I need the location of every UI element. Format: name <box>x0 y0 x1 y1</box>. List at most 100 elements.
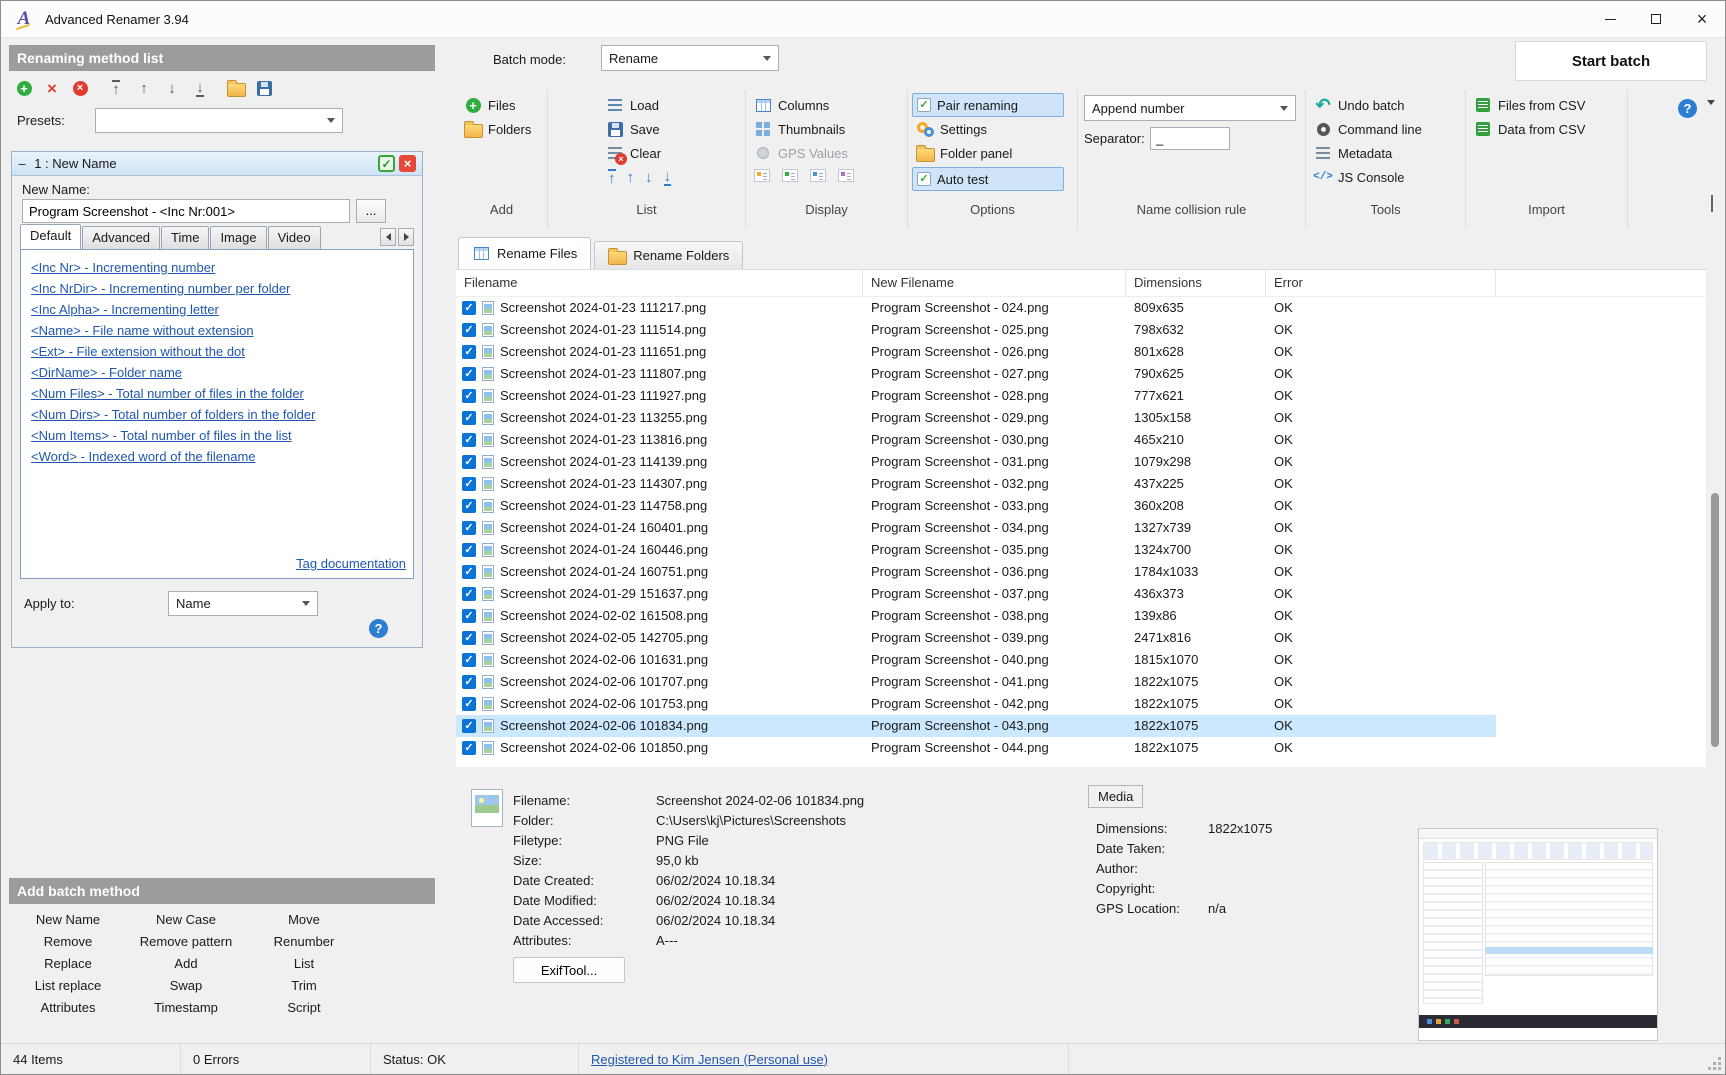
add-method-add[interactable]: Add <box>127 953 245 975</box>
row-checkbox[interactable]: ✓ <box>462 675 476 689</box>
save-preset-button[interactable] <box>255 79 273 97</box>
table-row[interactable]: ✓Screenshot 2024-01-23 111927.pngProgram… <box>456 385 1496 407</box>
table-row[interactable]: ✓Screenshot 2024-01-23 114307.pngProgram… <box>456 473 1496 495</box>
add-method-remove[interactable]: Remove <box>9 931 127 953</box>
move-down-button[interactable]: ↓ <box>163 79 181 97</box>
add-method-list[interactable]: List <box>245 953 363 975</box>
display-mode-4-icon[interactable] <box>838 169 854 182</box>
help-dropdown-chevron-icon[interactable] <box>1707 105 1715 120</box>
open-preset-button[interactable] <box>227 79 245 97</box>
row-checkbox[interactable]: ✓ <box>462 367 476 381</box>
table-row[interactable]: ✓Screenshot 2024-02-05 142705.pngProgram… <box>456 627 1496 649</box>
file-list-scrollbar[interactable] <box>1709 233 1721 1041</box>
column-header-name[interactable]: Filename <box>456 270 863 296</box>
row-checkbox[interactable]: ✓ <box>462 389 476 403</box>
table-row[interactable]: ✓Screenshot 2024-02-02 161508.pngProgram… <box>456 605 1496 627</box>
add-method-move[interactable]: Move <box>245 909 363 931</box>
media-tab[interactable]: Media <box>1088 785 1143 808</box>
table-row[interactable]: ✓Screenshot 2024-02-06 101707.pngProgram… <box>456 671 1496 693</box>
move-up-button[interactable]: ↑ <box>135 79 153 97</box>
row-checkbox[interactable]: ✓ <box>462 411 476 425</box>
row-checkbox[interactable]: ✓ <box>462 521 476 535</box>
apply-to-select[interactable]: Name <box>168 591 318 616</box>
method-help-icon[interactable]: ? <box>369 619 388 638</box>
auto-test-toggle[interactable]: ✓ Auto test <box>912 167 1064 191</box>
batch-mode-select[interactable]: Rename <box>601 45 779 71</box>
row-checkbox[interactable]: ✓ <box>462 543 476 557</box>
row-checkbox[interactable]: ✓ <box>462 741 476 755</box>
settings-button[interactable]: Settings <box>916 119 987 139</box>
command-line-button[interactable]: Command line <box>1314 119 1422 139</box>
tag-link[interactable]: <Inc Alpha> - Incrementing letter <box>31 302 219 317</box>
pair-renaming-toggle[interactable]: ✓ Pair renaming <box>912 93 1064 117</box>
table-row[interactable]: ✓Screenshot 2024-01-24 160401.pngProgram… <box>456 517 1496 539</box>
table-row[interactable]: ✓Screenshot 2024-01-23 111807.pngProgram… <box>456 363 1496 385</box>
tag-link[interactable]: <Inc Nr> - Incrementing number <box>31 260 215 275</box>
load-list-button[interactable]: Load <box>606 95 659 115</box>
start-batch-button[interactable]: Start batch <box>1515 41 1707 81</box>
move-file-bottom-button[interactable]: ↓ <box>664 169 672 186</box>
tag-link[interactable]: <Ext> - File extension without the dot <box>31 344 245 359</box>
table-row[interactable]: ✓Screenshot 2024-01-29 151637.pngProgram… <box>456 583 1496 605</box>
add-folders-button[interactable]: Folders <box>464 119 531 139</box>
add-method-remove-pattern[interactable]: Remove pattern <box>127 931 245 953</box>
method-remove-button[interactable]: × <box>399 155 416 172</box>
table-row[interactable]: ✓Screenshot 2024-01-23 113255.pngProgram… <box>456 407 1496 429</box>
remove-method-button[interactable]: × <box>43 79 61 97</box>
minimize-button[interactable] <box>1587 1 1633 37</box>
row-checkbox[interactable]: ✓ <box>462 719 476 733</box>
row-checkbox[interactable]: ✓ <box>462 433 476 447</box>
save-list-button[interactable]: Save <box>606 119 660 139</box>
move-file-up-button[interactable]: ↑ <box>627 170 635 185</box>
tag-link[interactable]: <Inc NrDir> - Incrementing number per fo… <box>31 281 290 296</box>
thumbnails-button[interactable]: Thumbnails <box>754 119 845 139</box>
add-method-new-name[interactable]: New Name <box>9 909 127 931</box>
files-from-csv-button[interactable]: Files from CSV <box>1474 95 1585 115</box>
add-method-button[interactable]: + <box>15 79 33 97</box>
display-mode-1-icon[interactable] <box>754 169 770 182</box>
move-bottom-button[interactable]: ↓ <box>191 79 209 97</box>
add-method-replace[interactable]: Replace <box>9 953 127 975</box>
tag-link[interactable]: <Word> - Indexed word of the filename <box>31 449 256 464</box>
table-row[interactable]: ✓Screenshot 2024-01-23 113816.pngProgram… <box>456 429 1496 451</box>
add-method-swap[interactable]: Swap <box>127 975 245 997</box>
add-method-timestamp[interactable]: Timestamp <box>127 997 245 1019</box>
tag-documentation-link[interactable]: Tag documentation <box>296 556 406 571</box>
tab-scroll-right-button[interactable] <box>398 228 414 246</box>
table-row[interactable]: ✓Screenshot 2024-01-23 111651.pngProgram… <box>456 341 1496 363</box>
table-row[interactable]: ✓Screenshot 2024-01-24 160751.pngProgram… <box>456 561 1496 583</box>
scrollbar-thumb[interactable] <box>1711 493 1719 747</box>
display-mode-2-icon[interactable] <box>782 169 798 182</box>
row-checkbox[interactable]: ✓ <box>462 697 476 711</box>
separator-input[interactable] <box>1150 127 1230 150</box>
columns-button[interactable]: Columns <box>754 95 829 115</box>
row-checkbox[interactable]: ✓ <box>462 455 476 469</box>
move-file-top-button[interactable]: ↑ <box>608 169 616 186</box>
table-row[interactable]: ✓Screenshot 2024-02-06 101753.pngProgram… <box>456 693 1496 715</box>
add-method-list-replace[interactable]: List replace <box>9 975 127 997</box>
row-checkbox[interactable]: ✓ <box>462 565 476 579</box>
js-console-button[interactable]: </> JS Console <box>1314 167 1404 187</box>
ribbon-collapse-button[interactable] <box>1711 197 1713 212</box>
table-row[interactable]: ✓Screenshot 2024-01-24 160446.pngProgram… <box>456 539 1496 561</box>
method-tab-image[interactable]: Image <box>210 226 266 249</box>
add-method-renumber[interactable]: Renumber <box>245 931 363 953</box>
data-from-csv-button[interactable]: Data from CSV <box>1474 119 1585 139</box>
column-header-dim[interactable]: Dimensions <box>1126 270 1266 296</box>
tag-link[interactable]: <Num Items> - Total number of files in t… <box>31 428 292 443</box>
row-checkbox[interactable]: ✓ <box>462 323 476 337</box>
row-checkbox[interactable]: ✓ <box>462 587 476 601</box>
tag-link[interactable]: <Num Dirs> - Total number of folders in … <box>31 407 315 422</box>
method-tab-advanced[interactable]: Advanced <box>82 226 160 249</box>
tab-rename-folders[interactable]: Rename Folders <box>594 241 743 269</box>
table-row[interactable]: ✓Screenshot 2024-01-23 111514.pngProgram… <box>456 319 1496 341</box>
help-button[interactable]: ? <box>1678 99 1697 118</box>
row-checkbox[interactable]: ✓ <box>462 301 476 315</box>
exiftool-button[interactable]: ExifTool... <box>513 957 625 983</box>
column-header-new[interactable]: New Filename <box>863 270 1126 296</box>
new-name-input[interactable] <box>22 199 350 223</box>
clear-methods-button[interactable]: × <box>71 79 89 97</box>
close-button[interactable]: × <box>1679 1 1725 37</box>
row-checkbox[interactable]: ✓ <box>462 609 476 623</box>
registration-link[interactable]: Registered to Kim Jensen (Personal use) <box>591 1052 828 1067</box>
